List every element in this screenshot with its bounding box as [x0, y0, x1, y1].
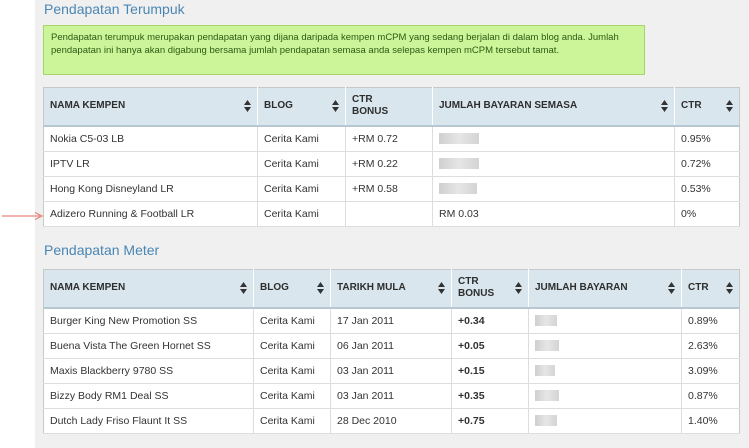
cell-tarikh-mula: 28 Dec 2010: [330, 408, 452, 434]
cell-ctr: 2.63%: [681, 333, 740, 359]
info-note: Pendapatan terumpuk merupakan pendapatan…: [43, 25, 645, 75]
cell-blog: Cerita Kami: [253, 333, 331, 359]
cell-ctr-bonus: +0.35: [451, 383, 529, 409]
pointer-arrow-icon: [2, 212, 44, 220]
cell-jumlah-bayaran: [432, 151, 675, 177]
cell-blog: Cerita Kami: [253, 383, 331, 409]
col-header-ctr[interactable]: CTR: [674, 87, 740, 127]
cell-jumlah-bayaran: [432, 125, 675, 152]
cell-jumlah-bayaran: [528, 333, 682, 359]
cell-nama-kempen: Burger King New Promotion SS: [43, 307, 254, 334]
meter-earnings-table: NAMA KEMPEN BLOG TARIKH MULA CTR BONUS J…: [43, 269, 740, 434]
table-row: Buena Vista The Green Hornet SS Cerita K…: [43, 333, 740, 359]
cell-nama-kempen: Dutch Lady Friso Flaunt It SS: [43, 408, 254, 434]
cell-ctr: 0.89%: [681, 307, 740, 334]
cell-ctr: 3.09%: [681, 358, 740, 384]
accrued-earnings-table: NAMA KEMPEN BLOG CTR BONUS JUMLAH BAYARA…: [43, 87, 740, 227]
col-header-nama-kempen[interactable]: NAMA KEMPEN: [43, 269, 254, 309]
sort-arrows-icon[interactable]: [668, 282, 675, 295]
col-header-ctr-bonus[interactable]: CTR BONUS: [345, 87, 433, 127]
cell-jumlah-bayaran: [528, 307, 682, 334]
cell-nama-kempen: IPTV LR: [43, 151, 258, 177]
section-title-pendapatan-terumpuk: Pendapatan Terumpuk: [44, 1, 185, 17]
table-row: Dutch Lady Friso Flaunt It SS Cerita Kam…: [43, 408, 740, 434]
table-row: Burger King New Promotion SS Cerita Kami…: [43, 307, 740, 334]
cell-tarikh-mula: 03 Jan 2011: [330, 383, 452, 409]
cell-ctr: 0.95%: [674, 125, 740, 152]
col-header-ctr-bonus[interactable]: CTR BONUS: [451, 269, 529, 309]
sort-arrows-icon[interactable]: [244, 100, 251, 113]
redacted-amount: [439, 158, 479, 170]
cell-nama-kempen: Nokia C5-03 LB: [43, 125, 258, 152]
cell-nama-kempen: Bizzy Body RM1 Deal SS: [43, 383, 254, 409]
cell-blog: Cerita Kami: [253, 408, 331, 434]
col-header-blog[interactable]: BLOG: [253, 269, 331, 309]
sort-arrows-icon[interactable]: [240, 282, 247, 295]
col-header-jumlah-bayaran[interactable]: JUMLAH BAYARAN: [528, 269, 682, 309]
redacted-amount: [535, 390, 559, 402]
cell-nama-kempen: Buena Vista The Green Hornet SS: [43, 333, 254, 359]
cell-ctr-bonus: +0.34: [451, 307, 529, 334]
col-header-blog[interactable]: BLOG: [257, 87, 346, 127]
table-row: Maxis Blackberry 9780 SS Cerita Kami 03 …: [43, 358, 740, 384]
cell-blog: Cerita Kami: [257, 125, 346, 152]
sort-arrows-icon[interactable]: [317, 282, 324, 295]
cell-jumlah-bayaran: [528, 408, 682, 434]
col-header-ctr[interactable]: CTR: [681, 269, 740, 309]
redacted-amount: [535, 365, 555, 377]
sort-arrows-icon[interactable]: [515, 282, 522, 295]
cell-ctr: 0.87%: [681, 383, 740, 409]
cell-blog: Cerita Kami: [253, 307, 331, 334]
cell-blog: Cerita Kami: [257, 176, 346, 202]
col-header-jumlah-bayaran-semasa[interactable]: JUMLAH BAYARAN SEMASA: [432, 87, 675, 127]
cell-jumlah-bayaran: [528, 358, 682, 384]
cell-nama-kempen: Adizero Running & Football LR: [43, 201, 258, 227]
sort-arrows-icon[interactable]: [332, 100, 339, 113]
cell-blog: Cerita Kami: [257, 201, 346, 227]
cell-tarikh-mula: 17 Jan 2011: [330, 307, 452, 334]
cell-ctr: 0.72%: [674, 151, 740, 177]
col-header-tarikh-mula[interactable]: TARIKH MULA: [330, 269, 452, 309]
redacted-amount: [535, 340, 559, 352]
sort-arrows-icon[interactable]: [438, 282, 445, 295]
cell-ctr-bonus: [345, 201, 433, 227]
cell-ctr-bonus: +RM 0.72: [345, 125, 433, 152]
table-row: Hong Kong Disneyland LR Cerita Kami +RM …: [43, 176, 740, 202]
table-row: Adizero Running & Football LR Cerita Kam…: [43, 201, 740, 227]
cell-ctr: 0%: [674, 201, 740, 227]
sort-arrows-icon[interactable]: [726, 100, 733, 113]
cell-blog: Cerita Kami: [253, 358, 331, 384]
sort-arrows-icon[interactable]: [661, 100, 668, 113]
cell-jumlah-bayaran: [432, 176, 675, 202]
cell-ctr: 0.53%: [674, 176, 740, 202]
cell-jumlah-bayaran: RM 0.03: [432, 201, 675, 227]
table-row: Bizzy Body RM1 Deal SS Cerita Kami 03 Ja…: [43, 383, 740, 409]
cell-ctr-bonus: +RM 0.58: [345, 176, 433, 202]
cell-blog: Cerita Kami: [257, 151, 346, 177]
cell-jumlah-bayaran: [528, 383, 682, 409]
redacted-amount: [535, 415, 557, 427]
cell-ctr-bonus: +0.15: [451, 358, 529, 384]
cell-ctr-bonus: +RM 0.22: [345, 151, 433, 177]
cell-nama-kempen: Maxis Blackberry 9780 SS: [43, 358, 254, 384]
cell-nama-kempen: Hong Kong Disneyland LR: [43, 176, 258, 202]
redacted-amount: [535, 315, 557, 327]
cell-tarikh-mula: 06 Jan 2011: [330, 333, 452, 359]
col-header-nama-kempen[interactable]: NAMA KEMPEN: [43, 87, 258, 127]
redacted-amount: [439, 183, 477, 195]
cell-ctr: 1.40%: [681, 408, 740, 434]
section-title-pendapatan-meter: Pendapatan Meter: [44, 242, 160, 258]
table-row: Nokia C5-03 LB Cerita Kami +RM 0.72 0.95…: [43, 125, 740, 152]
cell-ctr-bonus: +0.75: [451, 408, 529, 434]
cell-tarikh-mula: 03 Jan 2011: [330, 358, 452, 384]
cell-ctr-bonus: +0.05: [451, 333, 529, 359]
redacted-amount: [439, 133, 479, 145]
table-row: IPTV LR Cerita Kami +RM 0.22 0.72%: [43, 151, 740, 177]
sort-arrows-icon[interactable]: [726, 282, 733, 295]
